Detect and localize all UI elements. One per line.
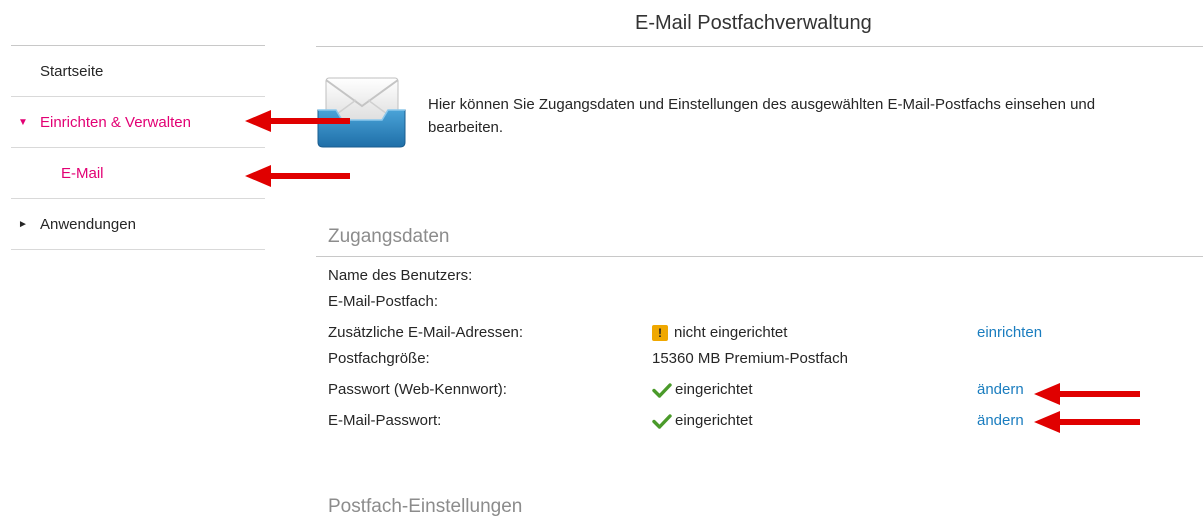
annotation-arrow-left-icon — [1034, 411, 1140, 433]
row-postfachgroesse: Postfachgröße: 15360 MB Premium-Postfach — [328, 350, 1188, 372]
warning-icon: ! — [652, 324, 668, 341]
page-title: E-Mail Postfachverwaltung — [635, 12, 872, 34]
sidebar-item-startseite[interactable]: Startseite — [11, 46, 265, 97]
intro-text: Hier können Sie Zugangsdaten und Einstel… — [428, 96, 1096, 136]
row-label: Passwort (Web-Kennwort): — [328, 381, 507, 398]
row-label: E-Mail-Postfach: — [328, 293, 439, 310]
row-label: Zusätzliche E-Mail-Adressen: — [328, 324, 524, 341]
checkmark-icon — [652, 413, 672, 429]
web-passwort-aendern-link[interactable]: ändern — [977, 381, 1024, 398]
mailbox-size-text: 15360 MB Premium-Postfach — [652, 350, 848, 367]
row-value: eingerichtet — [652, 412, 753, 429]
title-divider — [316, 46, 1203, 47]
sidebar-item-anwendungen[interactable]: ► Anwendungen — [11, 199, 265, 250]
row-value: ! nicht eingerichtet — [652, 324, 787, 341]
sidebar-nav: Startseite ▼ Einrichten & Verwalten E-Ma… — [11, 45, 265, 250]
sidebar-item-email[interactable]: E-Mail — [11, 148, 265, 199]
row-value: eingerichtet — [652, 381, 753, 398]
row-zusatzadressen: Zusätzliche E-Mail-Adressen: ! nicht ein… — [328, 324, 1188, 346]
row-label: E-Mail-Passwort: — [328, 412, 442, 429]
status-text: eingerichtet — [675, 412, 753, 429]
section-title-zugangsdaten: Zugangsdaten — [328, 226, 450, 247]
sidebar-item-label: Startseite — [40, 62, 104, 80]
email-passwort-aendern-link[interactable]: ändern — [977, 412, 1024, 429]
annotation-arrow-left-icon — [245, 110, 350, 132]
section-divider — [316, 256, 1203, 257]
row-benutzername: Name des Benutzers: — [328, 267, 1188, 289]
checkmark-icon — [652, 382, 672, 398]
triangle-down-icon: ▼ — [18, 116, 28, 128]
sidebar-item-label: Einrichten & Verwalten — [40, 113, 191, 131]
triangle-right-icon: ► — [18, 218, 28, 230]
row-label: Postfachgröße: — [328, 350, 430, 367]
annotation-arrow-left-icon — [1034, 383, 1140, 405]
sidebar-item-label: Anwendungen — [40, 215, 136, 233]
row-value: 15360 MB Premium-Postfach — [652, 350, 848, 367]
einrichten-link[interactable]: einrichten — [977, 324, 1042, 341]
sidebar-item-einrichten-verwalten[interactable]: ▼ Einrichten & Verwalten — [11, 97, 265, 148]
annotation-arrow-left-icon — [245, 165, 350, 187]
row-postfach: E-Mail-Postfach: — [328, 293, 1188, 315]
sidebar-item-label: E-Mail — [61, 164, 104, 182]
status-text: eingerichtet — [675, 381, 753, 398]
row-label: Name des Benutzers: — [328, 267, 473, 284]
status-text: nicht eingerichtet — [674, 324, 788, 341]
